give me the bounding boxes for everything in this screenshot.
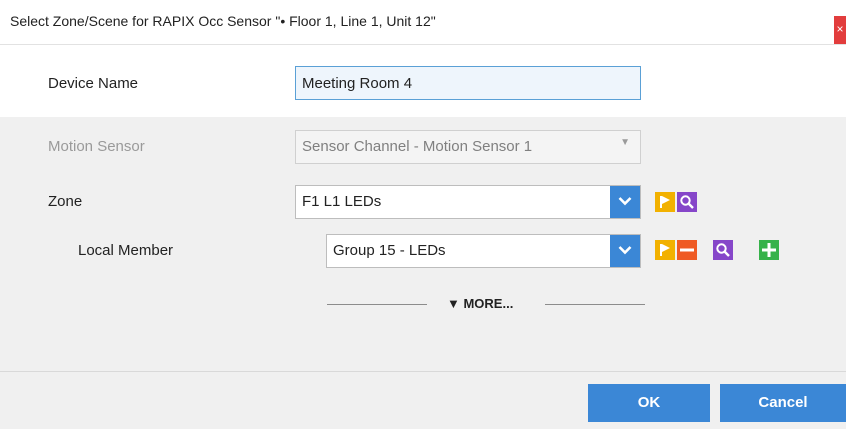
search-icon — [713, 240, 733, 260]
close-button[interactable]: × — [834, 16, 846, 44]
local-member-remove-button[interactable] — [677, 240, 697, 260]
more-label[interactable]: ▼ MORE... — [447, 296, 513, 311]
divider-line — [545, 304, 645, 305]
local-member-dropdown-button[interactable] — [610, 235, 640, 267]
close-icon: × — [836, 22, 844, 36]
dialog-titlebar: Select Zone/Scene for RAPIX Occ Sensor "… — [0, 0, 846, 45]
zone-label: Zone — [48, 193, 83, 210]
motion-sensor-select: Sensor Channel - Motion Sensor 1 ▼ — [295, 130, 641, 164]
add-icon — [759, 240, 779, 260]
dialog-title: Select Zone/Scene for RAPIX Occ Sensor "… — [10, 13, 436, 29]
flag-icon — [655, 192, 675, 212]
remove-icon — [677, 240, 697, 260]
search-icon — [677, 192, 697, 212]
local-member-select[interactable]: Group 15 - LEDs — [326, 234, 641, 268]
local-member-value: Group 15 - LEDs — [333, 242, 446, 259]
zone-dropdown-button[interactable] — [610, 186, 640, 218]
chevron-down-icon: ▼ — [620, 137, 630, 148]
local-member-flag-button[interactable] — [655, 240, 675, 260]
dialog-footer: OK Cancel — [0, 371, 846, 429]
local-member-add-button[interactable] — [759, 240, 779, 260]
ok-button[interactable]: OK — [588, 384, 710, 422]
motion-sensor-value: Sensor Channel - Motion Sensor 1 — [302, 138, 533, 155]
zone-value: F1 L1 LEDs — [302, 193, 382, 210]
divider-line — [327, 304, 427, 305]
zone-flag-button[interactable] — [655, 192, 675, 212]
more-toggle[interactable]: ▼ MORE... — [327, 296, 645, 312]
local-member-label: Local Member — [78, 242, 174, 259]
device-name-label: Device Name — [48, 75, 139, 92]
device-name-input[interactable] — [295, 66, 641, 100]
local-member-search-button[interactable] — [713, 240, 733, 260]
motion-sensor-label: Motion Sensor — [48, 138, 145, 155]
chevron-down-icon — [618, 246, 632, 255]
zone-search-button[interactable] — [677, 192, 697, 212]
cancel-button[interactable]: Cancel — [720, 384, 846, 422]
zone-select[interactable]: F1 L1 LEDs — [295, 185, 641, 219]
chevron-down-icon — [618, 197, 632, 206]
flag-icon — [655, 240, 675, 260]
device-name-panel: Device Name — [0, 45, 846, 117]
